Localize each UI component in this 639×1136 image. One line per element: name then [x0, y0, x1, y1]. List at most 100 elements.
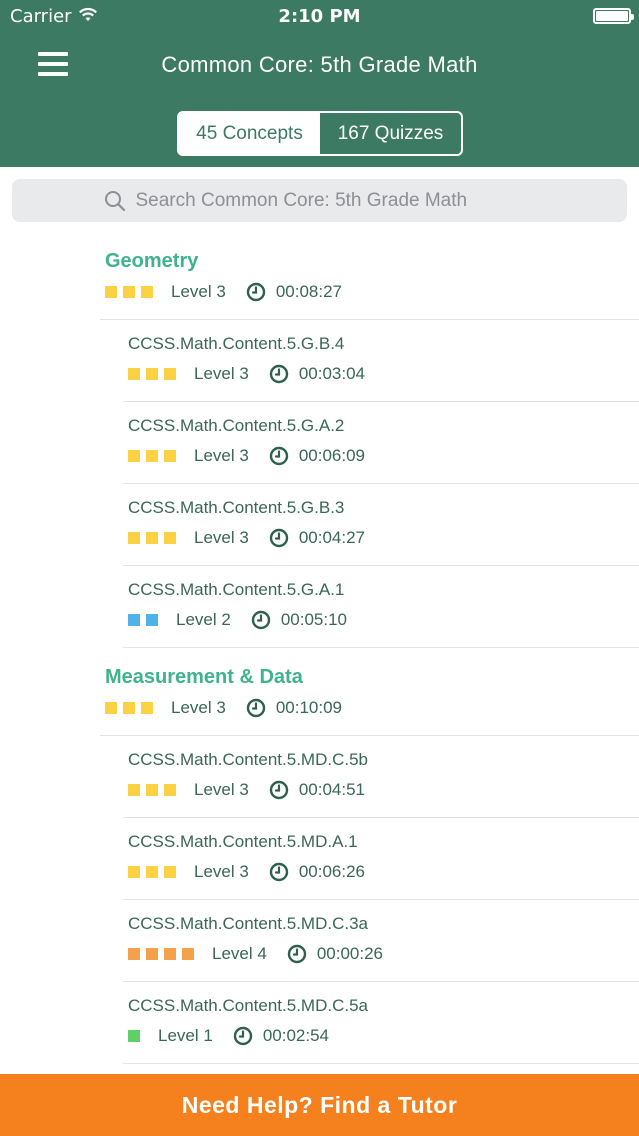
level-indicator: [128, 614, 164, 626]
list-item[interactable]: CCSS.Math.Content.5.G.B.4 Level 3 00:03:04: [0, 320, 639, 402]
level-indicator: [128, 784, 182, 796]
clock-icon: [246, 698, 266, 718]
divider: [123, 1063, 639, 1064]
tab-quizzes[interactable]: 167 Quizzes: [320, 113, 461, 154]
level-label: Level 3: [194, 862, 249, 881]
level-square: [146, 866, 158, 878]
tab-concepts[interactable]: 45 Concepts: [179, 113, 320, 154]
level-meta: Level 3 00:04:51: [128, 780, 365, 800]
level-square: [146, 948, 158, 960]
level-indicator: [128, 532, 182, 544]
level-meta: Level 4 00:00:26: [128, 944, 383, 964]
level-label: Level 3: [194, 446, 249, 465]
find-tutor-button[interactable]: Need Help? Find a Tutor: [0, 1074, 639, 1136]
level-square: [128, 866, 140, 878]
level-square: [128, 450, 140, 462]
list-item[interactable]: CCSS.Math.Content.5.MD.C.3a Level 4 00:00:…: [0, 900, 639, 982]
clock-icon: [269, 446, 289, 466]
clock-icon: [269, 364, 289, 384]
list-item[interactable]: CCSS.Math.Content.5.G.B.3 Level 3 00:04:27: [0, 484, 639, 566]
list-item[interactable]: CCSS.Math.Content.5.MD.C.5a Level 1 00:02:…: [0, 982, 639, 1064]
level-square: [164, 532, 176, 544]
list-item[interactable]: CCSS.Math.Content.5.G.A.2 Level 3 00:06:09: [0, 402, 639, 484]
level-indicator: [105, 286, 159, 298]
level-indicator: [128, 368, 182, 380]
level-meta: Level 3 00:06:09: [128, 446, 365, 466]
level-square: [164, 450, 176, 462]
concept-title: CCSS.Math.Content.5.G.B.4: [128, 334, 345, 353]
level-square: [164, 368, 176, 380]
clock-icon: [269, 862, 289, 882]
level-square: [128, 532, 140, 544]
level-square: [146, 614, 158, 626]
concept-title: CCSS.Math.Content.5.MD.A.1: [128, 832, 358, 851]
level-square: [164, 948, 176, 960]
category-title: Geometry: [105, 250, 199, 272]
level-square: [128, 614, 140, 626]
list-item[interactable]: CCSS.Math.Content.5.MD.A.1 Level 3 00:06:2…: [0, 818, 639, 900]
clock-icon: [287, 944, 307, 964]
level-meta: Level 3 00:10:09: [105, 698, 342, 718]
category-title: Measurement & Data: [105, 666, 303, 688]
time-label: 00:04:27: [298, 528, 366, 547]
list-item[interactable]: CCSS.Math.Content.5.MD.C.5b Level 3 00:04:…: [0, 736, 639, 818]
clock-icon: [233, 1026, 253, 1046]
level-label: Level 3: [194, 528, 249, 547]
level-label: Level 3: [194, 364, 249, 383]
level-meta: Level 3 00:06:26: [128, 862, 365, 882]
time-label: 00:06:26: [298, 862, 366, 881]
level-label: Level 3: [171, 698, 226, 717]
time-label: 00:08:27: [275, 282, 343, 301]
category-header[interactable]: Geometry Level 3 00:08:27: [0, 232, 639, 320]
level-square: [128, 784, 140, 796]
level-square: [128, 368, 140, 380]
clock-icon: [246, 282, 266, 302]
level-indicator: [128, 866, 182, 878]
list-item[interactable]: CCSS.Math.Content.5.G.A.1 Level 2 00:05:10: [0, 566, 639, 648]
segmented-control: 45 Concepts 167 Quizzes: [177, 111, 463, 156]
status-time: 2:10 PM: [278, 6, 361, 27]
battery-icon: [593, 8, 634, 24]
level-label: Level 4: [212, 944, 267, 963]
level-label: Level 2: [176, 610, 231, 629]
search-bar[interactable]: [12, 179, 627, 222]
level-square: [146, 368, 158, 380]
clock-icon: [269, 528, 289, 548]
level-square: [146, 784, 158, 796]
level-meta: Level 1 00:02:54: [128, 1026, 329, 1046]
level-square: [128, 948, 140, 960]
level-square: [164, 784, 176, 796]
search-input[interactable]: [135, 189, 536, 212]
level-square: [141, 702, 153, 714]
time-label: 00:03:04: [298, 364, 366, 383]
level-indicator: [128, 1030, 146, 1042]
concept-title: CCSS.Math.Content.5.G.A.2: [128, 416, 345, 435]
time-label: 00:02:54: [262, 1026, 330, 1045]
time-label: 00:00:26: [316, 944, 384, 963]
level-indicator: [128, 948, 200, 960]
level-square: [141, 286, 153, 298]
clock-icon: [269, 780, 289, 800]
level-label: Level 3: [171, 282, 226, 301]
concept-title: CCSS.Math.Content.5.MD.C.5a: [128, 996, 368, 1015]
level-square: [182, 948, 194, 960]
level-meta: Level 3 00:04:27: [128, 528, 365, 548]
level-square: [105, 702, 117, 714]
time-label: 00:06:09: [298, 446, 366, 465]
time-label: 00:04:51: [298, 780, 366, 799]
concept-list: Geometry Level 3 00:08:27 CCSS.Math.Content…: [0, 232, 639, 1064]
level-square: [164, 866, 176, 878]
concept-title: CCSS.Math.Content.5.G.B.3: [128, 498, 345, 517]
search-icon: [104, 190, 125, 211]
hamburger-icon[interactable]: [36, 50, 72, 80]
level-square: [146, 450, 158, 462]
concept-title: CCSS.Math.Content.5.G.A.1: [128, 580, 345, 599]
status-bar: Carrier 2:10 PM: [0, 0, 639, 34]
level-square: [123, 702, 135, 714]
time-label: 00:05:10: [280, 610, 348, 629]
level-square: [105, 286, 117, 298]
level-square: [146, 532, 158, 544]
level-meta: Level 3 00:08:27: [105, 282, 342, 302]
level-square: [128, 1030, 140, 1042]
category-header[interactable]: Measurement & Data Level 3 00:10:09: [0, 648, 639, 736]
